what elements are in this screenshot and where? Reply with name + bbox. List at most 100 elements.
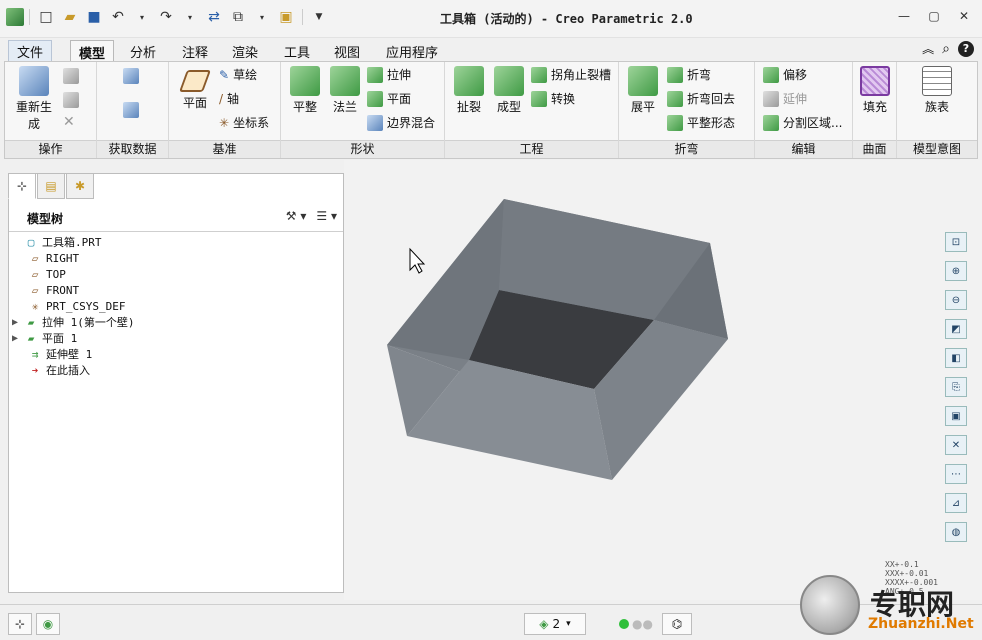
bend-button[interactable]: 折弯 (667, 66, 711, 83)
planar-button[interactable]: 平面 (367, 90, 411, 107)
tree-node[interactable]: ➔ 在此插入 (12, 362, 332, 378)
corner-relief-button[interactable]: 拐角止裂槽 (531, 66, 611, 83)
repaint-icon[interactable]: ◩ (945, 319, 967, 339)
tree-node[interactable]: ⇉ 延伸壁 1 (12, 346, 332, 362)
split-area-button[interactable]: 分割区域... (763, 114, 842, 131)
offset-button[interactable]: 偏移 (763, 66, 807, 83)
sketch-button[interactable]: ✎ 草绘 (219, 66, 257, 83)
undo-icon[interactable]: ↶ (107, 6, 129, 28)
selection-filter[interactable]: ◈ 2 ▾ (524, 613, 586, 635)
annotation-display-icon[interactable]: ⋯ (945, 464, 967, 484)
user-defined-feature-icon[interactable] (123, 68, 139, 84)
group-label[interactable]: 获取数据 (97, 140, 168, 158)
group-label[interactable]: 形状 (281, 140, 444, 158)
group-label[interactable]: 基准 (169, 140, 280, 158)
csys-button[interactable]: ✳ 坐标系 (219, 114, 269, 131)
folder-browser-tab-icon[interactable]: ▤ (37, 173, 65, 199)
axis-button[interactable]: / 轴 (219, 90, 239, 107)
customize-dropdown-icon[interactable]: ▼ (308, 6, 330, 28)
expand-icon[interactable]: ▶ (12, 317, 24, 328)
flat-wall-button[interactable]: 平整 (287, 66, 323, 115)
copy-icon[interactable] (63, 68, 79, 84)
unbend-button[interactable]: 展平 (625, 66, 661, 115)
plane-button[interactable]: 平面 (175, 70, 215, 111)
help-icon[interactable]: ? (958, 40, 974, 57)
close-icon[interactable]: ✕ (952, 6, 976, 26)
minimize-icon[interactable]: — (892, 6, 916, 26)
new-file-icon[interactable]: □ (35, 6, 57, 28)
group-label[interactable]: 曲面 (853, 140, 896, 158)
tree-node[interactable]: ▶ ▰ 平面 1 (12, 330, 332, 346)
group-label[interactable]: 模型意图 (897, 140, 977, 158)
cursor-icon (409, 247, 426, 274)
favorites-tab-icon[interactable]: ✱ (66, 173, 94, 199)
extend-button[interactable]: 延伸 (763, 90, 807, 107)
tree-columns-icon[interactable]: ☰ ▾ (316, 209, 337, 223)
windows-icon[interactable]: ⧉ (227, 6, 249, 28)
regenerate-button[interactable]: 重新生成 (11, 66, 57, 132)
paste-icon[interactable] (63, 92, 79, 108)
tree-node[interactable]: ▱ RIGHT (12, 250, 332, 266)
view-manager-icon[interactable]: ▣ (945, 406, 967, 426)
form-button[interactable]: 成型 (491, 66, 527, 115)
group-label[interactable]: 工程 (445, 140, 618, 158)
redo-icon[interactable]: ↷ (155, 6, 177, 28)
undo-dropdown-icon[interactable]: ▾ (131, 6, 153, 28)
open-folder-icon[interactable]: ▰ (59, 6, 81, 28)
regen-status-icon[interactable]: ●● (618, 613, 654, 635)
group-label[interactable]: 操作 (5, 140, 96, 158)
tree-node[interactable]: ▱ TOP (12, 266, 332, 282)
tab-tools[interactable]: 工具 (276, 40, 318, 62)
extend-wall-icon: ⇉ (31, 347, 39, 361)
search-icon[interactable]: ⌕ (942, 41, 950, 57)
rip-button[interactable]: 扯裂 (451, 66, 487, 115)
tree-node[interactable]: ▱ FRONT (12, 282, 332, 298)
tab-applications[interactable]: 应用程序 (378, 40, 446, 62)
tab-model[interactable]: 模型 (70, 40, 115, 63)
tab-analysis[interactable]: 分析 (122, 40, 164, 62)
copy-geometry-icon[interactable] (123, 102, 139, 118)
bend-back-button[interactable]: 折弯回去 (667, 90, 735, 107)
extrude-button[interactable]: 拉伸 (367, 66, 411, 83)
tab-file[interactable]: 文件 (8, 40, 53, 62)
tab-render[interactable]: 渲染 (224, 40, 266, 62)
regenerate-icon[interactable]: ⇄ (203, 6, 225, 28)
group-label[interactable]: 编辑 (755, 140, 852, 158)
flange-button[interactable]: 法兰 (327, 66, 363, 115)
refit-icon[interactable]: ⊡ (945, 232, 967, 252)
tab-annotate[interactable]: 注释 (174, 40, 216, 62)
maximize-icon[interactable]: ▢ (922, 6, 946, 26)
tree-node[interactable]: ▢ 工具箱.PRT (12, 234, 332, 250)
family-table-button[interactable]: 族表 (917, 66, 957, 115)
fill-button[interactable]: 填充 (857, 66, 893, 115)
graphics-window[interactable] (344, 160, 940, 600)
tree-node[interactable]: ▶ ▰ 拉伸 1(第一个壁) (12, 314, 332, 330)
group-label[interactable]: 折弯 (619, 140, 754, 158)
find-icon[interactable]: ⌬ (662, 613, 692, 635)
flat-pattern-button[interactable]: 平整形态 (667, 114, 735, 131)
boundary-blend-button[interactable]: 边界混合 (367, 114, 435, 131)
appearance-icon[interactable]: ◍ (945, 522, 967, 542)
windows-dropdown-icon[interactable]: ▾ (251, 6, 273, 28)
app-logo-icon[interactable] (6, 8, 24, 26)
collapse-ribbon-icon[interactable]: ︽ (922, 40, 934, 57)
close-window-icon[interactable]: ▣ (275, 6, 297, 28)
delete-icon[interactable]: ✕ (63, 114, 75, 130)
navigator-toggle-icon[interactable]: ⊹ (8, 613, 32, 635)
datum-display-icon[interactable]: ✕ (945, 435, 967, 455)
save-icon[interactable]: ■ (83, 6, 105, 28)
redo-dropdown-icon[interactable]: ▾ (179, 6, 201, 28)
tree-settings-icon[interactable]: ⚒ ▾ (286, 209, 307, 223)
convert-button[interactable]: 转换 (531, 90, 575, 107)
expand-icon[interactable]: ▶ (12, 333, 24, 344)
model-tree-tab-icon[interactable]: ⊹ (8, 173, 36, 199)
display-style-icon[interactable]: ◧ (945, 348, 967, 368)
part-icon: ▢ (27, 235, 35, 249)
browser-toggle-icon[interactable]: ◉ (36, 613, 60, 635)
zoom-in-icon[interactable]: ⊕ (945, 261, 967, 281)
saved-orientations-icon[interactable]: ⎘ (945, 377, 967, 397)
tree-node[interactable]: ✳ PRT_CSYS_DEF (12, 298, 332, 314)
zoom-out-icon[interactable]: ⊖ (945, 290, 967, 310)
tab-view[interactable]: 视图 (326, 40, 368, 62)
spin-center-icon[interactable]: ⊿ (945, 493, 967, 513)
